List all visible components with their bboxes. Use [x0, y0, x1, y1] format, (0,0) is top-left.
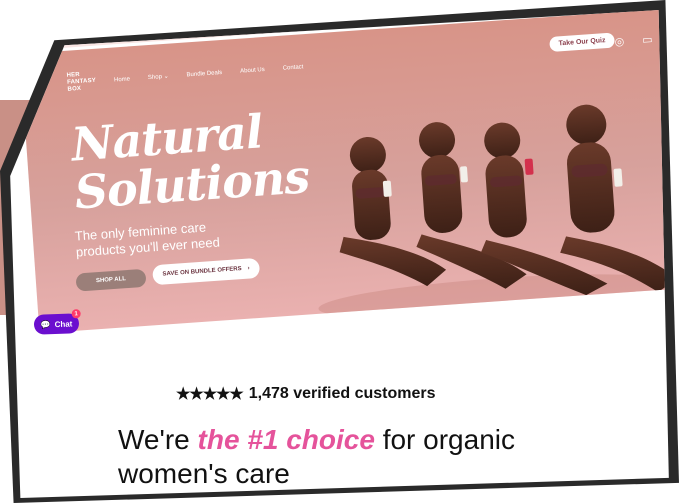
hero-subtext: The only feminine care products you'll e…: [74, 219, 221, 260]
chat-bubble-icon: 💬: [40, 319, 51, 330]
shop-all-button[interactable]: SHOP ALL: [75, 268, 147, 292]
nav-shop[interactable]: Shop ⌄: [148, 73, 169, 81]
verified-customers-text: 1,478 verified customers: [248, 385, 436, 402]
chevron-down-icon: ⌄: [163, 73, 169, 81]
quiz-button[interactable]: Take Our Quiz: [549, 32, 615, 53]
chevron-right-icon: ›: [247, 265, 250, 272]
rating-stars: ★★★★★: [176, 386, 244, 403]
tagline: We're the #1 choice for organic women's …: [118, 424, 515, 489]
hero-headline: Natural Solutions: [69, 104, 311, 220]
top-nav: HER FANTASY BOX Home Shop ⌄ Bundle Deals…: [66, 56, 304, 93]
nav-contact[interactable]: Contact: [283, 64, 304, 71]
bundle-offers-button[interactable]: SAVE ON BUNDLE OFFERS ›: [152, 257, 261, 286]
hero-section: HER FANTASY BOX Home Shop ⌄ Bundle Deals…: [20, 10, 669, 334]
nav-about-us[interactable]: About Us: [240, 66, 265, 74]
social-proof: ★★★★★ 1,478 verified customers: [176, 384, 435, 404]
nav-home[interactable]: Home: [114, 76, 130, 83]
brand-logo[interactable]: HER FANTASY BOX: [66, 71, 96, 94]
hero-models-image: [318, 104, 669, 319]
chat-widget[interactable]: 💬 Chat 1: [33, 309, 81, 335]
bag-icon[interactable]: ▭: [642, 33, 653, 47]
account-icon[interactable]: ◎: [614, 35, 624, 49]
header-icons: ◎ ▭: [614, 33, 653, 49]
nav-bundle-deals[interactable]: Bundle Deals: [186, 69, 222, 77]
website-screen: FREE SHIPPING ON U.S. ORDERS OVER $75! H…: [10, 10, 669, 498]
